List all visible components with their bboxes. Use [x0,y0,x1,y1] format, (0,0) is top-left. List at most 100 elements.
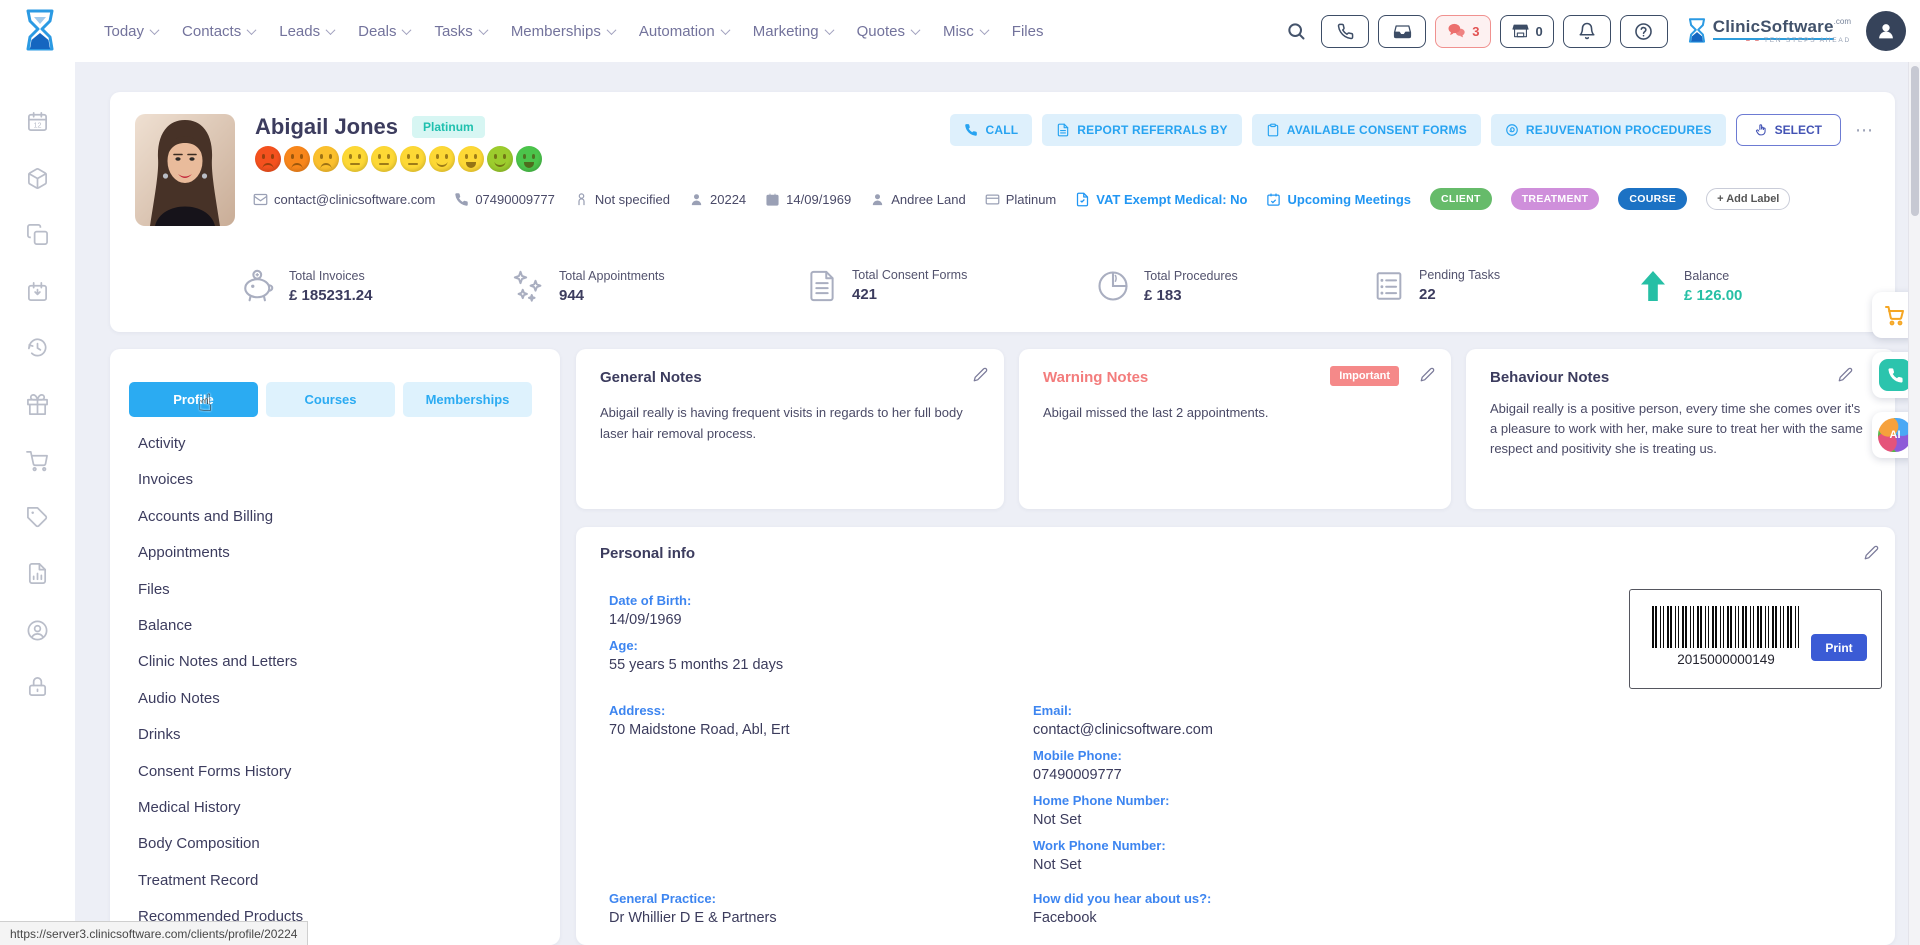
menu-item-files[interactable]: Files [138,572,540,608]
menu-item-accounts-and-billing[interactable]: Accounts and Billing [138,499,540,535]
nav-item-leads[interactable]: Leads [279,23,334,40]
menu-item-audio-notes[interactable]: Audio Notes [138,681,540,717]
inbox-button[interactable] [1378,15,1426,48]
sidebar-account-icon[interactable] [26,619,49,642]
help-button[interactable] [1620,15,1668,48]
menu-item-invoices[interactable]: Invoices [138,462,540,498]
messages-count-badge: 3 [1472,24,1479,39]
patient-photo[interactable] [135,114,235,226]
menu-item-clinic-notes-and-letters[interactable]: Clinic Notes and Letters [138,644,540,680]
nav-item-files[interactable]: Files [1012,23,1044,40]
menu-item-medical-history[interactable]: Medical History [138,790,540,826]
patient-email[interactable]: contact@clinicsoftware.com [253,192,435,207]
hear-about-us-label: How did you hear about us?: [1033,891,1413,906]
menu-item-body-composition[interactable]: Body Composition [138,826,540,862]
dialer-button[interactable] [1321,15,1369,48]
sidebar-calendar-import-icon[interactable] [26,280,49,303]
sidebar-report-icon[interactable] [26,562,49,585]
dob-label: Date of Birth: [609,593,989,608]
mood-face-6[interactable] [400,146,426,172]
user-avatar[interactable] [1866,11,1906,51]
mood-face-9[interactable] [487,146,513,172]
patient-plan[interactable]: Platinum [985,192,1057,207]
mood-face-1[interactable] [255,146,281,172]
page-scrollbar[interactable] [1908,62,1920,945]
sidebar-cart-icon[interactable] [26,449,49,472]
nav-item-memberships[interactable]: Memberships [511,23,615,40]
more-options-button[interactable]: ⋯ [1851,120,1879,141]
patient-left-panel: Profile Courses Memberships ☝ Activity I… [110,349,560,945]
menu-item-consent-forms-history[interactable]: Consent Forms History [138,754,540,790]
patient-header-card: Abigail Jones Platinum CALL REPORT REFER… [110,92,1895,332]
available-consent-forms-button[interactable]: AVAILABLE CONSENT FORMS [1252,114,1481,146]
tab-courses[interactable]: Courses [266,382,395,417]
edit-pencil-icon[interactable] [1864,545,1879,560]
mood-face-7[interactable] [429,146,455,172]
patient-id[interactable]: 20224 [689,192,746,207]
important-badge: Important [1330,366,1399,386]
menu-item-activity[interactable]: Activity [138,426,540,462]
messages-button[interactable]: 3 [1435,15,1490,48]
sidebar-ticket-icon[interactable] [26,506,49,529]
sidebar-package-icon[interactable] [26,167,49,190]
nav-item-deals[interactable]: Deals [358,23,410,40]
menu-item-treatment-record[interactable]: Treatment Record [138,863,540,899]
nav-item-tasks[interactable]: Tasks [434,23,486,40]
procedures-icon [1505,123,1519,137]
label-course[interactable]: COURSE [1618,188,1687,210]
report-referrals-button[interactable]: REPORT REFERRALS BY [1042,114,1241,146]
select-button[interactable]: SELECT [1736,114,1841,146]
sidebar-gift-icon[interactable] [26,393,49,416]
label-treatment[interactable]: TREATMENT [1511,188,1600,210]
menu-item-appointments[interactable]: Appointments [138,535,540,571]
menu-item-balance[interactable]: Balance [138,608,540,644]
field-group-hear: How did you hear about us?: Facebook [1033,891,1413,936]
edit-pencil-icon[interactable] [1420,367,1435,382]
general-notes-title: General Notes [600,369,702,386]
tab-memberships[interactable]: Memberships [403,382,532,417]
edit-pencil-icon[interactable] [1838,367,1853,382]
clinicsoftware-wordmark[interactable]: ClinicSoftware.com ‒ ‒ TEN STEPS AHEAD [1687,18,1851,45]
mood-face-10[interactable] [516,146,542,172]
sidebar-history-icon[interactable] [26,336,49,359]
status-url: https://server3.clinicsoftware.com/clien… [10,927,297,941]
scrollbar-thumb[interactable] [1911,66,1919,216]
mood-face-3[interactable] [313,146,339,172]
call-button[interactable]: CALL [950,114,1032,146]
add-label-button[interactable]: + Add Label [1706,188,1790,210]
nav-item-contacts[interactable]: Contacts [182,23,255,40]
upcoming-meetings-link[interactable]: Upcoming Meetings [1266,192,1411,207]
nav-item-misc[interactable]: Misc [943,23,988,40]
search-icon[interactable] [1286,21,1306,41]
edit-pencil-icon[interactable] [973,367,988,382]
mood-face-4[interactable] [342,146,368,172]
nav-item-automation[interactable]: Automation [639,23,729,40]
nav-label: Marketing [753,23,819,40]
mood-face-2[interactable] [284,146,310,172]
nav-item-quotes[interactable]: Quotes [857,23,919,40]
menu-item-drinks[interactable]: Drinks [138,717,540,753]
nav-item-today[interactable]: Today [104,23,158,40]
hourglass-logo-icon[interactable] [18,7,62,55]
patient-gender[interactable]: Not specified [574,192,670,207]
sidebar-calendar-icon[interactable]: 12 [26,110,49,133]
notifications-button[interactable] [1563,15,1611,48]
vat-exempt-link[interactable]: VAT Exempt Medical: No [1075,192,1247,207]
nav-item-marketing[interactable]: Marketing [753,23,833,40]
label-client[interactable]: CLIENT [1430,188,1492,210]
mobile-value: 07490009777 [1033,767,1413,783]
phone-circle-icon [1879,359,1911,391]
tab-profile[interactable]: Profile [129,382,258,417]
shop-button[interactable]: 0 [1500,15,1554,48]
print-button[interactable]: Print [1811,634,1867,661]
email-label: Email: [1033,703,1413,718]
rejuvenation-procedures-button[interactable]: REJUVENATION PROCEDURES [1491,114,1726,146]
patient-practitioner[interactable]: Andree Land [870,192,965,207]
patient-phone[interactable]: 07490009777 [454,192,555,207]
sidebar-copy-icon[interactable] [26,223,49,246]
sidebar-lock-icon[interactable] [26,675,49,698]
mood-face-8[interactable] [458,146,484,172]
patient-dob[interactable]: 14/09/1969 [765,192,851,207]
mood-face-5[interactable] [371,146,397,172]
nav-label: Contacts [182,23,241,40]
